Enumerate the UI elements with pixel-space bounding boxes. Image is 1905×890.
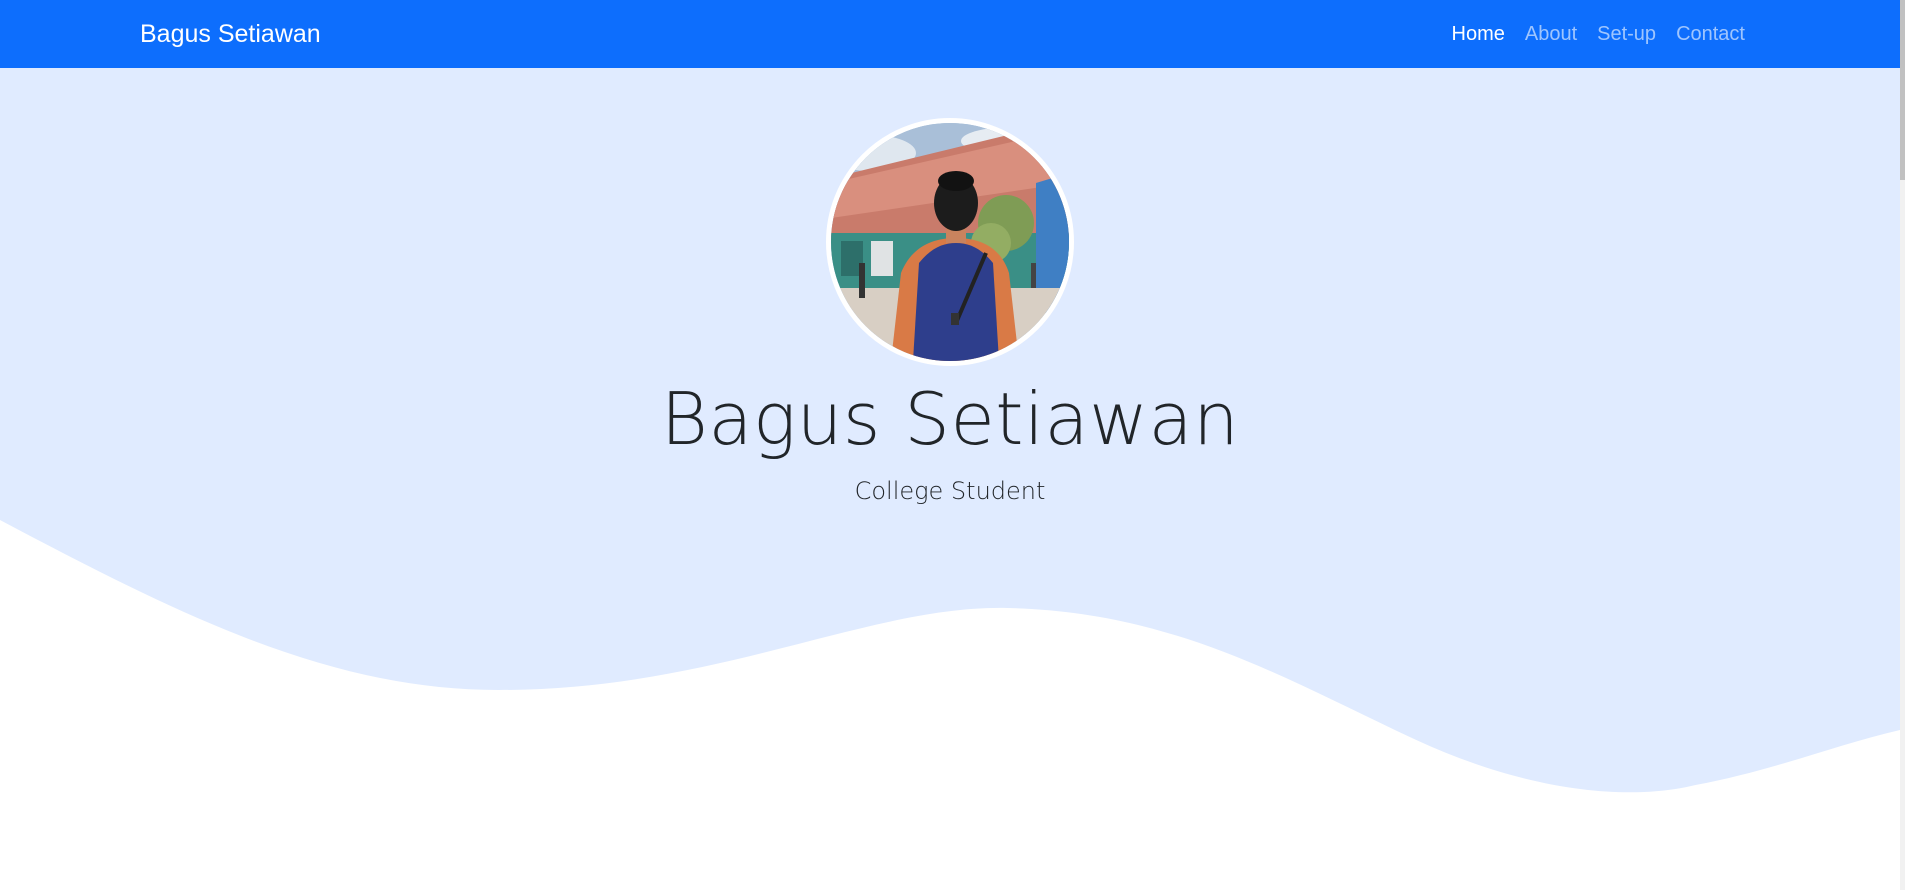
hero-name: Bagus Setiawan <box>660 377 1240 461</box>
hero-role: College Student <box>854 477 1046 506</box>
nav-link-home[interactable]: Home <box>1452 23 1505 45</box>
scrollbar-thumb[interactable] <box>1900 0 1905 180</box>
nav-link-about[interactable]: About <box>1525 23 1577 45</box>
hero-content: Bagus Setiawan College Student <box>0 118 1900 505</box>
nav-menu: Home About Set-up Contact <box>1452 23 1746 46</box>
page: Bagus Setiawan Home About Set-up Contact <box>0 0 1905 890</box>
navbar: Bagus Setiawan Home About Set-up Contact <box>0 0 1900 68</box>
avatar <box>826 118 1074 366</box>
profile-photo-icon <box>831 123 1069 361</box>
nav-link-contact[interactable]: Contact <box>1676 23 1745 45</box>
brand-link[interactable]: Bagus Setiawan <box>140 20 321 49</box>
scrollbar[interactable] <box>1900 0 1905 890</box>
nav-link-setup[interactable]: Set-up <box>1597 23 1656 45</box>
